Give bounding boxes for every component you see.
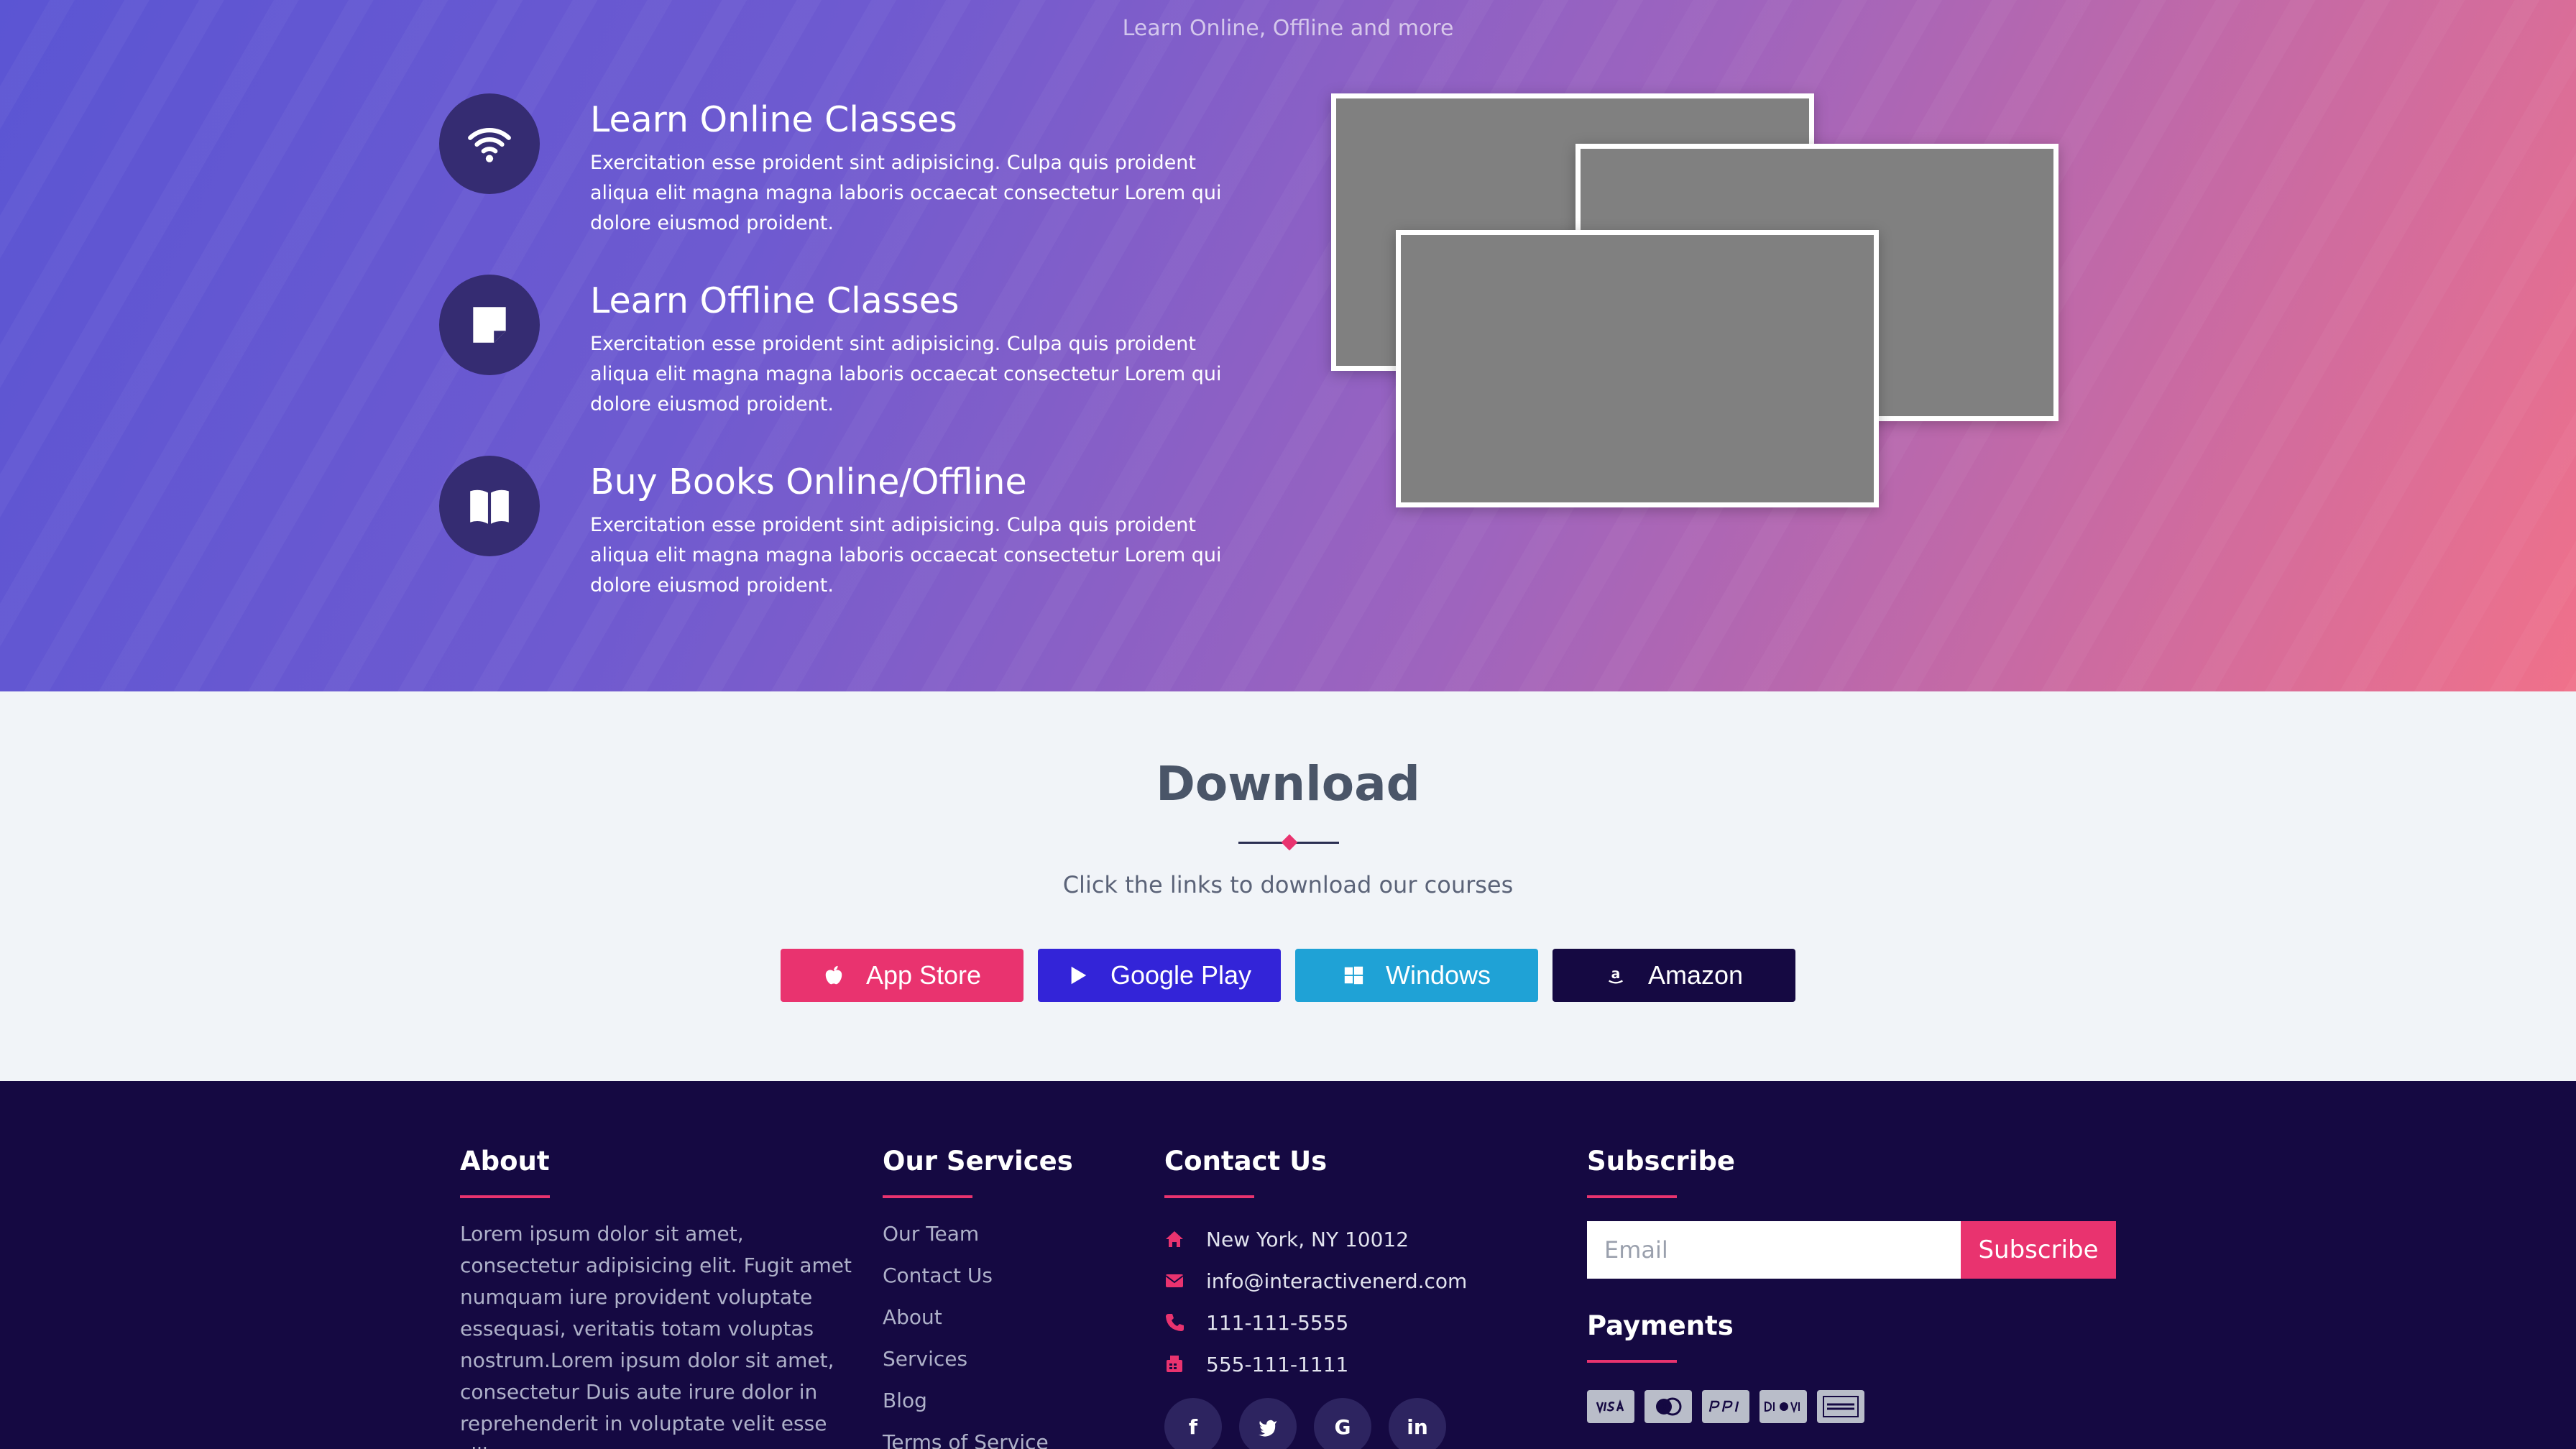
- heading-underline: [1587, 1360, 1677, 1363]
- contact-list: New York, NY 10012 info@interactivenerd.…: [1164, 1218, 1467, 1385]
- svg-text:a: a: [1611, 967, 1621, 982]
- feature-offline-classes: Learn Offline Classes Exercitation esse …: [439, 275, 1251, 440]
- contact-phone: 111-111-5555: [1164, 1302, 1467, 1343]
- footer-link-services[interactable]: Services: [883, 1343, 1073, 1385]
- feature-description: Exercitation esse proident sint adipisic…: [590, 152, 1222, 234]
- feature-online-classes: Learn Online Classes Exercitation esse p…: [439, 93, 1251, 259]
- hero-tagline: Learn Online, Offline and more: [1122, 16, 1454, 41]
- payments-heading: Payments: [1587, 1310, 1734, 1341]
- paypal-icon: [1702, 1390, 1749, 1423]
- subscribe-form: Subscribe: [1587, 1221, 2116, 1279]
- linkedin-icon[interactable]: in: [1389, 1398, 1446, 1449]
- phone-icon: [1166, 1314, 1184, 1331]
- amazon-icon: a: [1608, 967, 1623, 984]
- footer-heading: About: [460, 1146, 550, 1177]
- discover-icon: [1760, 1390, 1807, 1423]
- button-label: Amazon: [1647, 960, 1744, 990]
- wifi-icon: [439, 93, 540, 194]
- book-icon: [439, 456, 540, 556]
- fax-icon: [1167, 1356, 1182, 1372]
- heading-underline: [1164, 1195, 1254, 1198]
- windows-icon: [1344, 966, 1363, 985]
- app-store-button[interactable]: App Store: [781, 949, 1024, 1002]
- feature-description: Exercitation esse proident sint adipisic…: [590, 514, 1222, 597]
- download-title: Download: [1156, 756, 1420, 811]
- amazon-button[interactable]: a Amazon: [1552, 949, 1795, 1002]
- payment-methods: [1587, 1390, 2116, 1423]
- hero-section: Learn Online, Offline and more Learn Onl…: [0, 0, 2576, 691]
- twitter-icon[interactable]: [1239, 1398, 1297, 1449]
- windows-button[interactable]: Windows: [1295, 949, 1538, 1002]
- button-label: App Store: [865, 960, 982, 990]
- button-label: Windows: [1385, 960, 1491, 990]
- facebook-icon[interactable]: f: [1164, 1398, 1222, 1449]
- note-icon: [439, 275, 540, 375]
- footer-contact: Contact Us New York, NY 10012 info@inter…: [1164, 1146, 1467, 1449]
- footer-link-terms[interactable]: Terms of Service: [883, 1427, 1073, 1449]
- feature-description: Exercitation esse proident sint adipisic…: [590, 333, 1222, 415]
- email-text[interactable]: info@interactivenerd.com: [1206, 1269, 1467, 1293]
- home-icon: [1166, 1231, 1183, 1247]
- feature-buy-books: Buy Books Online/Offline Exercitation es…: [439, 456, 1251, 621]
- contact-email: info@interactivenerd.com: [1164, 1260, 1467, 1302]
- footer-heading: Contact Us: [1164, 1146, 1328, 1177]
- footer-subscribe: Subscribe Subscribe Payments: [1587, 1146, 2116, 1423]
- apple-icon: [825, 965, 842, 985]
- heading-underline: [1587, 1195, 1677, 1198]
- download-subtitle: Click the links to download our courses: [1062, 871, 1514, 898]
- feature-title: Buy Books Online/Offline: [590, 461, 1027, 502]
- social-links: f G in: [1164, 1398, 1467, 1449]
- contact-fax: 555-111-1111: [1164, 1343, 1467, 1385]
- image-placeholder-3: [1396, 230, 1879, 507]
- address-text: New York, NY 10012: [1206, 1227, 1409, 1251]
- button-label: Google Play: [1110, 960, 1252, 990]
- visa-icon: [1587, 1390, 1634, 1423]
- heading-underline: [883, 1195, 972, 1198]
- footer-heading: Our Services: [883, 1146, 1073, 1177]
- footer-link-our-team[interactable]: Our Team: [883, 1218, 1073, 1260]
- google-play-icon: [1071, 966, 1087, 985]
- services-list: Our Team Contact Us About Services Blog …: [883, 1218, 1073, 1449]
- fax-text: 555-111-1111: [1206, 1352, 1349, 1376]
- phone-text[interactable]: 111-111-5555: [1206, 1311, 1348, 1335]
- hero-background-stripes: [0, 0, 2576, 691]
- footer-services: Our Services Our Team Contact Us About S…: [883, 1146, 1073, 1449]
- footer: About Lorem ipsum dolor sit amet, consec…: [0, 1081, 2576, 1449]
- heading-underline: [460, 1195, 550, 1198]
- footer-link-about[interactable]: About: [883, 1302, 1073, 1343]
- google-icon[interactable]: G: [1314, 1398, 1371, 1449]
- google-play-button[interactable]: Google Play: [1038, 949, 1281, 1002]
- footer-about: About Lorem ipsum dolor sit amet, consec…: [460, 1146, 862, 1449]
- footer-heading: Subscribe: [1587, 1146, 1735, 1177]
- feature-title: Learn Offline Classes: [590, 280, 960, 321]
- envelope-icon: [1165, 1274, 1184, 1287]
- email-field[interactable]: [1587, 1221, 1961, 1279]
- contact-address: New York, NY 10012: [1164, 1218, 1467, 1260]
- footer-link-contact-us[interactable]: Contact Us: [883, 1260, 1073, 1302]
- section-divider: [1238, 834, 1339, 851]
- about-text: Lorem ipsum dolor sit amet, consectetur …: [460, 1222, 852, 1449]
- footer-link-blog[interactable]: Blog: [883, 1385, 1073, 1427]
- mastercard-icon: [1644, 1390, 1692, 1423]
- amex-icon: [1817, 1390, 1864, 1423]
- subscribe-button[interactable]: Subscribe: [1961, 1221, 2116, 1279]
- feature-title: Learn Online Classes: [590, 99, 957, 140]
